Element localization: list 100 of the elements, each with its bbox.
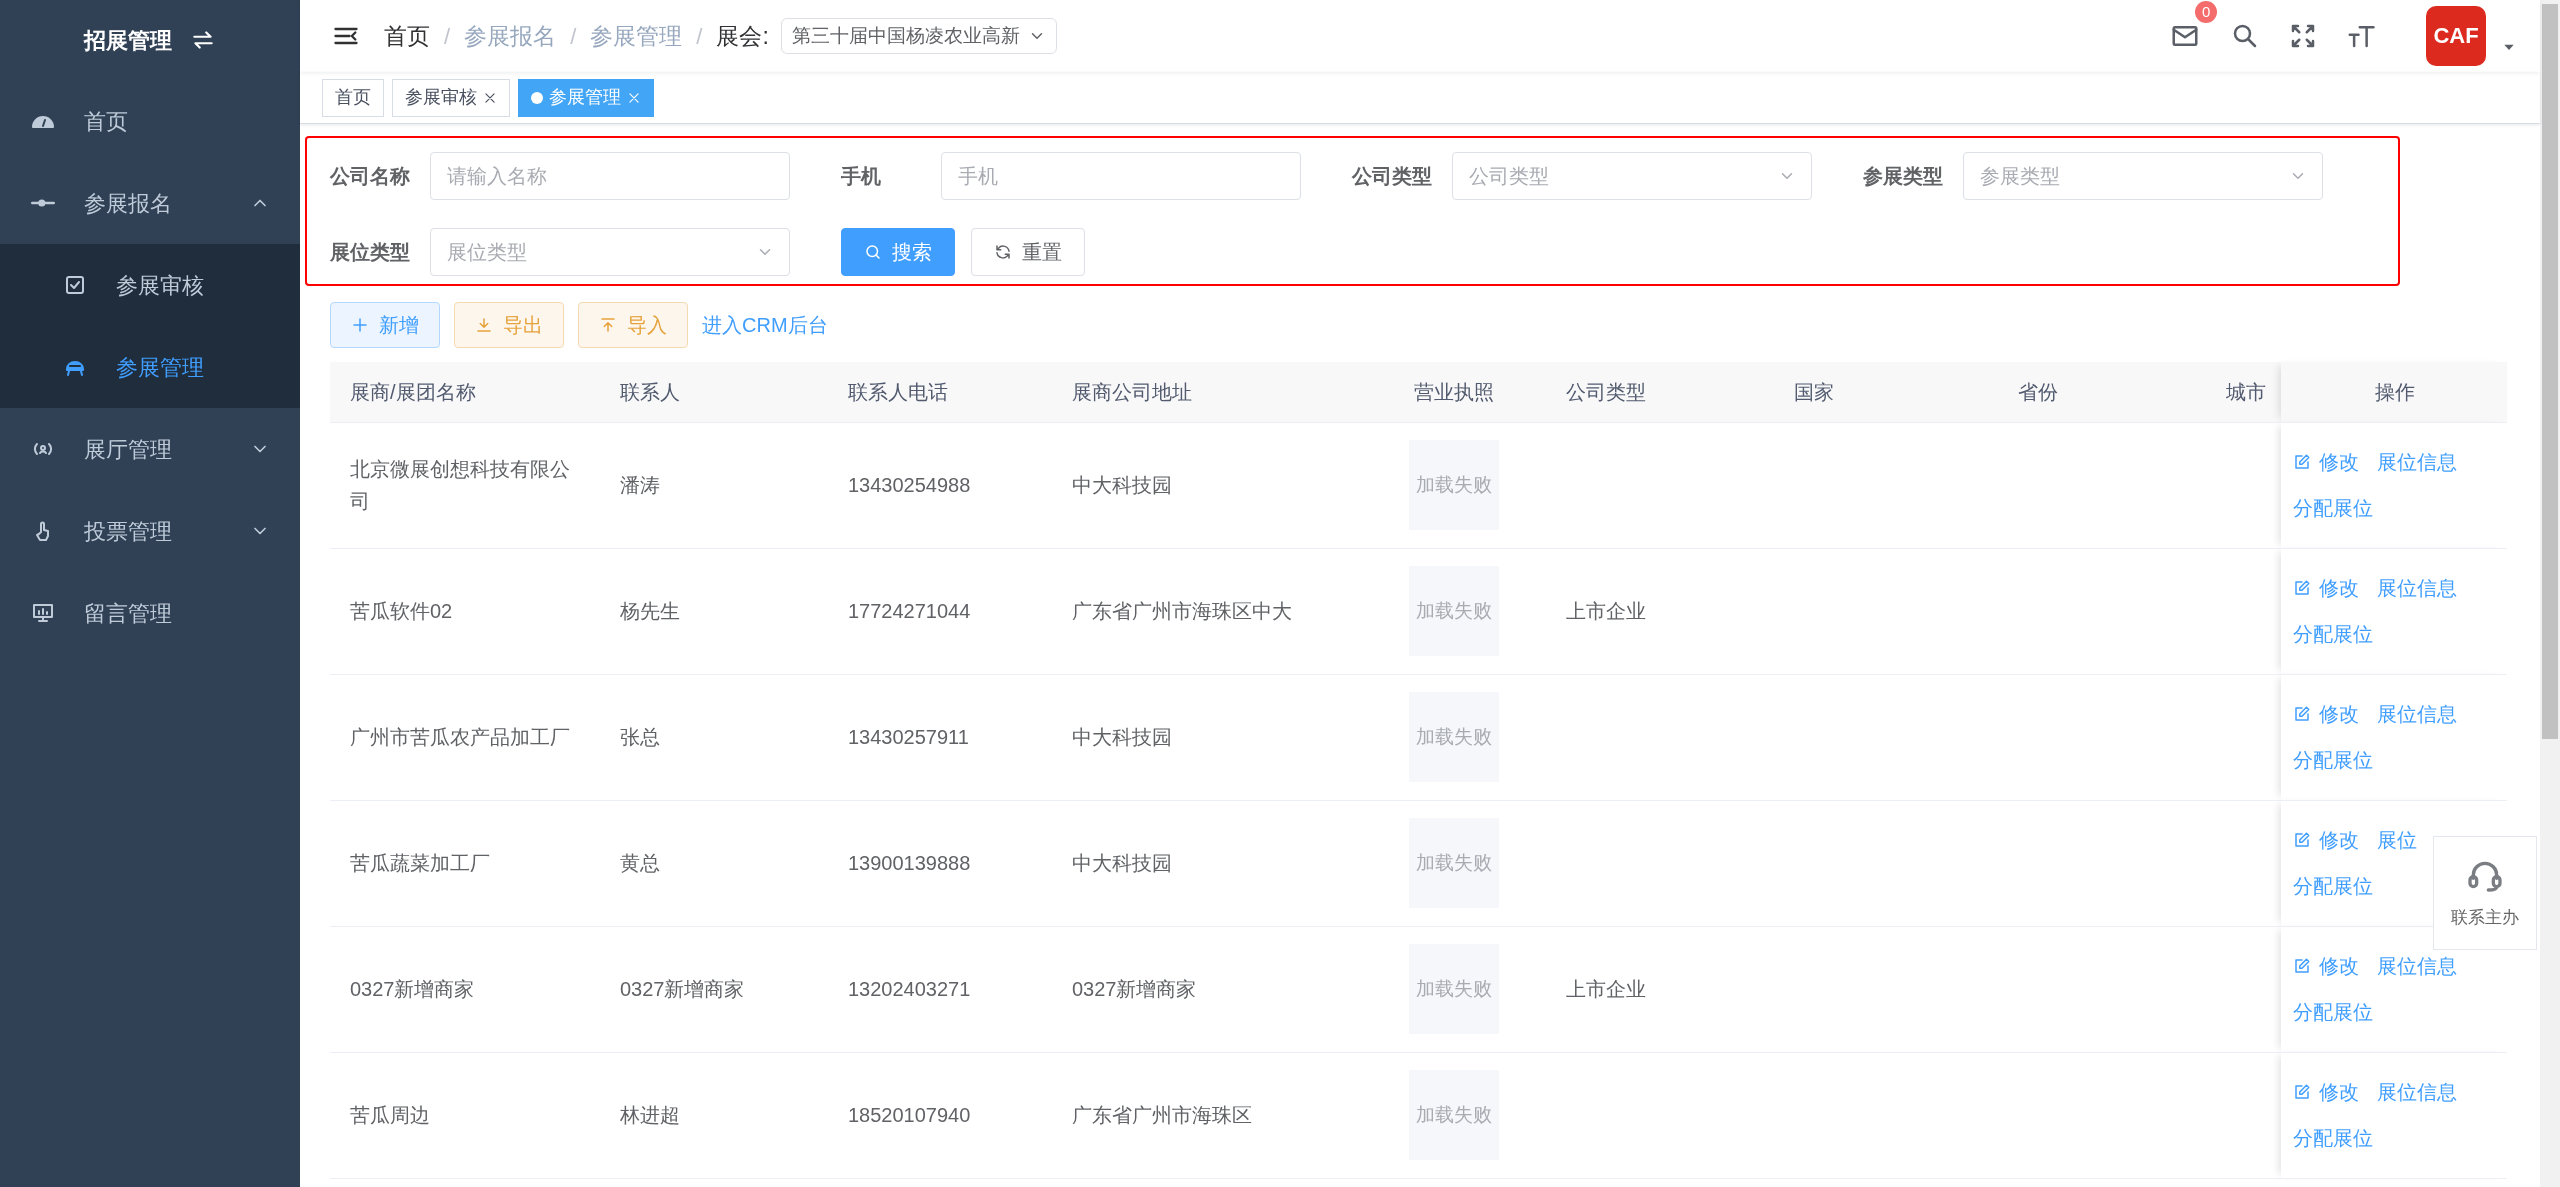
- breadcrumb-item[interactable]: 首页: [384, 18, 430, 54]
- edit-icon: [2293, 831, 2311, 849]
- edit-link[interactable]: 修改: [2293, 950, 2359, 982]
- search-button[interactable]: 搜索: [841, 228, 955, 276]
- column-header: 城市: [2222, 362, 2281, 422]
- action-link[interactable]: 展位信息: [2377, 698, 2457, 730]
- breadcrumb-item[interactable]: 参展管理: [590, 18, 683, 54]
- edit-icon: [2293, 957, 2311, 975]
- input-field[interactable]: 请输入名称: [430, 152, 790, 200]
- table-cell-text: 13430254988: [848, 474, 971, 496]
- table-cell-text: 0327新增商家: [350, 978, 475, 1000]
- table-cell-text: 13430257911: [848, 726, 969, 748]
- breadcrumb-separator: /: [696, 22, 703, 51]
- action-link[interactable]: 分配展位: [2293, 996, 2373, 1028]
- table-cell-text: 林进超: [620, 1104, 680, 1126]
- crm-link[interactable]: 进入CRM后台: [702, 310, 828, 340]
- sidebar-title: 招展管理: [84, 26, 172, 55]
- edit-link[interactable]: 修改: [2293, 572, 2359, 604]
- table-cell-text: 杨先生: [620, 600, 680, 622]
- table-cell-text: 苦瓜周边: [350, 1104, 430, 1126]
- action-link[interactable]: 分配展位: [2293, 618, 2373, 650]
- column-header: 联系人电话: [828, 362, 1052, 422]
- page-tab[interactable]: 参展审核: [392, 78, 510, 117]
- scrollbar-thumb[interactable]: [2542, 4, 2558, 739]
- select-field[interactable]: 参展类型: [1963, 152, 2323, 200]
- import-button[interactable]: 导入: [578, 302, 688, 348]
- edit-link[interactable]: 修改: [2293, 446, 2359, 478]
- action-link[interactable]: 分配展位: [2293, 492, 2373, 524]
- exhibition-select[interactable]: 第三十届中国杨凌农业高新: [780, 18, 1057, 54]
- sidebar-item[interactable]: 投票管理: [0, 490, 300, 572]
- action-link[interactable]: 分配展位: [2293, 744, 2373, 776]
- page-tab[interactable]: 首页: [322, 78, 384, 117]
- sidebar-item[interactable]: 留言管理: [0, 572, 300, 654]
- edit-link[interactable]: 修改: [2293, 698, 2359, 730]
- logo[interactable]: CAF: [2426, 6, 2486, 66]
- field-label: 参展类型: [1863, 164, 1944, 189]
- table-cell-text: 北京微展创想科技有限公司: [350, 458, 570, 512]
- field-label: 手机: [841, 164, 882, 189]
- page-tab[interactable]: 参展管理: [518, 78, 654, 117]
- action-link[interactable]: 展位信息: [2377, 572, 2457, 604]
- table-cell-text: 18520107940: [848, 1104, 971, 1126]
- breadcrumb-separator: /: [570, 22, 577, 51]
- load-failed-image: 加载失败: [1409, 944, 1499, 1034]
- field-label: 公司类型: [1352, 164, 1433, 189]
- sidebar-item[interactable]: 参展报名: [0, 162, 300, 244]
- column-header: 展商公司地址: [1052, 362, 1362, 422]
- close-icon: [483, 90, 497, 105]
- column-header: 操作: [2281, 362, 2507, 422]
- edit-icon: [2293, 579, 2311, 597]
- column-header: 展商/展团名称: [330, 362, 600, 422]
- table-cell-text: 中大科技园: [1072, 852, 1172, 874]
- action-link[interactable]: 分配展位: [2293, 1122, 2373, 1154]
- contact-widget[interactable]: 联系主办: [2433, 836, 2537, 950]
- load-failed-image: 加载失败: [1409, 692, 1499, 782]
- refresh-icon: [994, 243, 1012, 261]
- reset-button[interactable]: 重置: [971, 228, 1085, 276]
- table-cell-text: 潘涛: [620, 474, 660, 496]
- table-cell-text: 13202403271: [848, 978, 971, 1000]
- sidebar-item[interactable]: 展厅管理: [0, 408, 300, 490]
- field-label: 公司名称: [330, 164, 411, 189]
- table-cell-text: 苦瓜蔬菜加工厂: [350, 852, 490, 874]
- table-cell-text: 上市企业: [1566, 978, 1646, 1000]
- column-header: 国家: [1774, 362, 1998, 422]
- action-link[interactable]: 分配展位: [2293, 870, 2373, 902]
- edit-icon: [2293, 1083, 2311, 1101]
- table-cell-text: 广东省广州市海珠区: [1072, 1104, 1252, 1126]
- table-cell-text: 17724271044: [848, 600, 971, 622]
- table-cell-text: 0327新增商家: [1072, 978, 1197, 1000]
- sidebar-item[interactable]: 首页: [0, 80, 300, 162]
- action-link[interactable]: 展位信息: [2377, 446, 2457, 478]
- breadcrumb-item[interactable]: 参展报名: [464, 18, 557, 54]
- action-link[interactable]: 展位: [2377, 824, 2417, 856]
- sidebar-subitem[interactable]: 参展审核: [0, 244, 300, 326]
- load-failed-image: 加载失败: [1409, 566, 1499, 656]
- close-icon: [627, 90, 641, 105]
- input-field[interactable]: 手机: [941, 152, 1301, 200]
- table-cell-text: 中大科技园: [1072, 726, 1172, 748]
- table-cell-text: 张总: [620, 726, 660, 748]
- export-button[interactable]: 导出: [454, 302, 564, 348]
- breadcrumb-separator: /: [444, 22, 451, 51]
- select-field[interactable]: 展位类型: [430, 228, 790, 276]
- scrollbar[interactable]: [2540, 0, 2560, 1187]
- table-cell-text: 苦瓜软件02: [350, 600, 453, 622]
- slider-icon: [31, 199, 55, 207]
- table-cell-text: 黄总: [620, 852, 660, 874]
- edit-link[interactable]: 修改: [2293, 824, 2359, 856]
- action-link[interactable]: 展位信息: [2377, 950, 2457, 982]
- edit-link[interactable]: 修改: [2293, 1076, 2359, 1108]
- add-button[interactable]: 新增: [330, 302, 440, 348]
- column-header: 联系人: [600, 362, 828, 422]
- plus-icon: [351, 316, 369, 334]
- download-icon: [475, 316, 493, 334]
- select-field[interactable]: 公司类型: [1452, 152, 1812, 200]
- action-link[interactable]: 展位信息: [2377, 1076, 2457, 1108]
- sidebar-subitem[interactable]: 参展管理: [0, 326, 300, 408]
- table-cell-text: 上市企业: [1566, 600, 1646, 622]
- field-label: 展位类型: [330, 240, 411, 265]
- edit-icon: [2293, 705, 2311, 723]
- column-header: 营业执照: [1362, 362, 1546, 422]
- upload-icon: [599, 316, 617, 334]
